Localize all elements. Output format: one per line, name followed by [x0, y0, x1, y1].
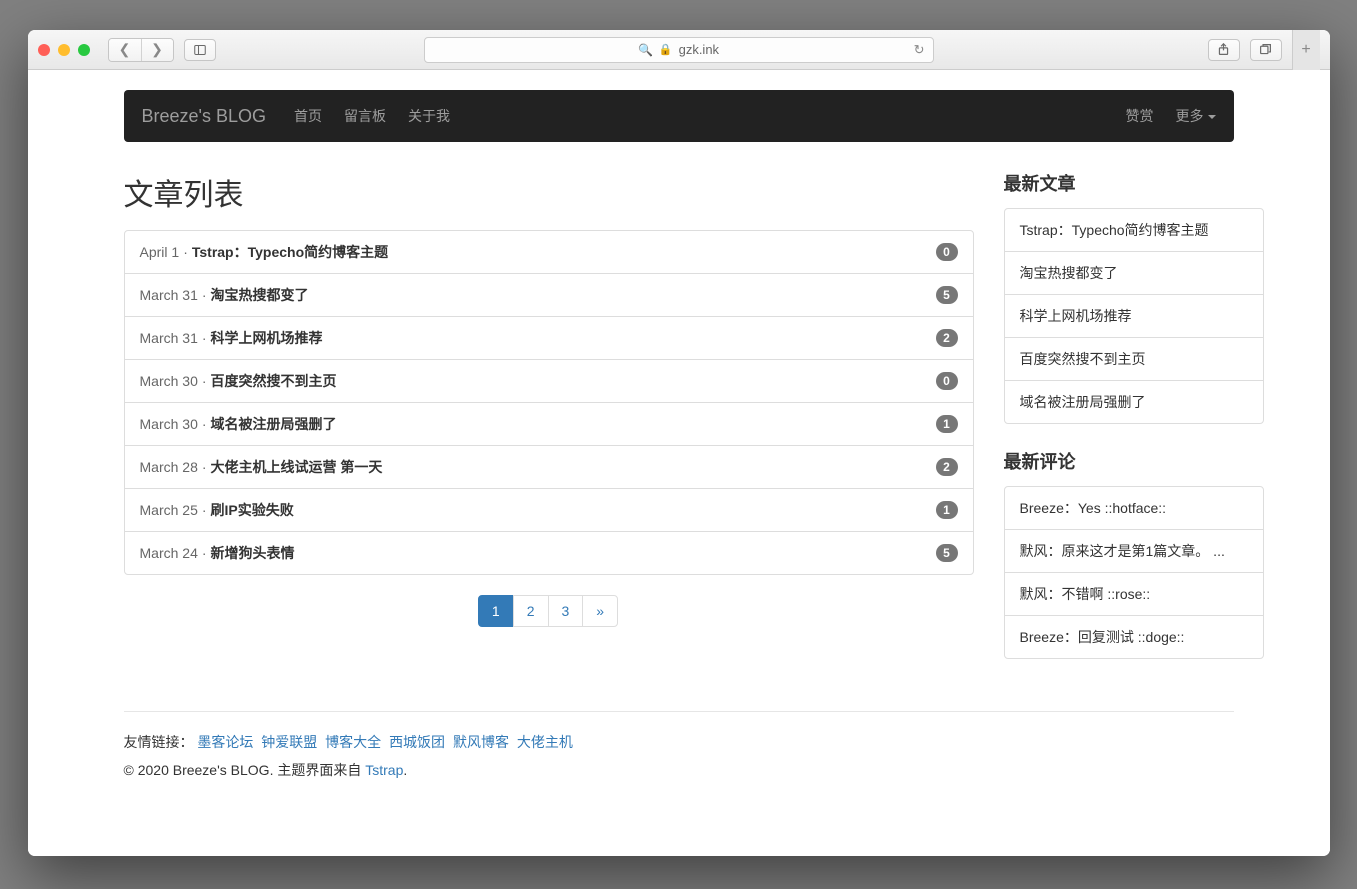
friend-link[interactable]: 西城饭团 [389, 734, 445, 750]
article-date: March 31 [140, 287, 198, 303]
article-row[interactable]: March 30 · 域名被注册局强删了1 [125, 402, 973, 445]
list-item[interactable]: Tstrap：Typecho简约博客主题 [1005, 209, 1263, 251]
latest-comments-heading: 最新评论 [1004, 448, 1264, 474]
maximize-icon[interactable] [78, 44, 90, 56]
nav-about[interactable]: 关于我 [408, 106, 450, 126]
article-row[interactable]: March 30 · 百度突然搜不到主页0 [125, 359, 973, 402]
article-date: March 24 [140, 545, 198, 561]
page-link[interactable]: 3 [548, 595, 584, 627]
page-title: 文章列表 [124, 170, 974, 214]
article-date: March 31 [140, 330, 198, 346]
page-link[interactable]: 2 [513, 595, 549, 627]
article-title: 淘宝热搜都变了 [211, 285, 309, 305]
search-icon: 🔍 [638, 43, 653, 57]
nav-more-dropdown[interactable]: 更多 [1176, 106, 1216, 126]
list-item[interactable]: 默风：不错啊 ::rose:: [1005, 572, 1263, 615]
site-navbar: Breeze's BLOG 首页 留言板 关于我 赞赏 更多 [124, 90, 1234, 142]
comment-count-badge: 0 [936, 372, 958, 390]
back-button[interactable]: ❮ [109, 39, 141, 61]
close-icon[interactable] [38, 44, 50, 56]
list-item[interactable]: Breeze：回复测试 ::doge:: [1005, 615, 1263, 658]
comment-count-badge: 2 [936, 458, 958, 476]
new-tab-button[interactable]: + [1292, 30, 1320, 70]
forward-button[interactable]: ❯ [141, 39, 173, 61]
url-text: gzk.ink [679, 42, 719, 57]
reload-icon[interactable]: ↻ [914, 42, 925, 58]
browser-window: ❮ ❯ 🔍 🔒 gzk.ink ↻ + Breeze's BLOG 首页 [28, 30, 1330, 856]
friend-link[interactable]: 墨客论坛 [197, 734, 253, 750]
page-content: Breeze's BLOG 首页 留言板 关于我 赞赏 更多 文章列表 Apri… [28, 70, 1330, 856]
main-column: 文章列表 April 1 · Tstrap：Typecho简约博客主题0Marc… [124, 162, 974, 683]
sidebar-toggle-button[interactable] [184, 39, 216, 61]
article-date: April 1 [140, 244, 180, 260]
list-item[interactable]: 淘宝热搜都变了 [1005, 251, 1263, 294]
comment-count-badge: 5 [936, 286, 958, 304]
copyright: © 2020 Breeze's BLOG. 主题界面来自 Tstrap. [124, 760, 1234, 780]
traffic-lights [38, 44, 90, 56]
article-row[interactable]: April 1 · Tstrap：Typecho简约博客主题0 [125, 231, 973, 273]
list-item[interactable]: Breeze：Yes ::hotface:: [1005, 487, 1263, 529]
tabs-button[interactable] [1250, 39, 1282, 61]
chevron-down-icon [1208, 115, 1216, 119]
page-link[interactable]: 1 [478, 595, 514, 627]
article-title: 大佬主机上线试运营 第一天 [211, 457, 383, 477]
share-button[interactable] [1208, 39, 1240, 61]
lock-icon: 🔒 [659, 43, 673, 56]
nav-more-label: 更多 [1176, 108, 1204, 124]
friend-link[interactable]: 钟爱联盟 [261, 734, 317, 750]
article-row[interactable]: March 24 · 新增狗头表情5 [125, 531, 973, 574]
brand-link[interactable]: Breeze's BLOG [142, 106, 267, 127]
article-title: 域名被注册局强删了 [211, 414, 337, 434]
minimize-icon[interactable] [58, 44, 70, 56]
article-title: Tstrap：Typecho简约博客主题 [192, 242, 388, 262]
article-row[interactable]: March 31 · 淘宝热搜都变了5 [125, 273, 973, 316]
article-title: 科学上网机场推荐 [211, 328, 323, 348]
page-next[interactable]: » [582, 595, 618, 627]
nav-buttons: ❮ ❯ [108, 38, 174, 62]
article-date: March 25 [140, 502, 198, 518]
article-title: 刷IP实验失败 [211, 500, 294, 520]
footer: 友情链接： 墨客论坛 钟爱联盟 博客大全 西城饭团 默风博客 大佬主机 © 20… [124, 711, 1234, 828]
article-date: March 28 [140, 459, 198, 475]
list-item[interactable]: 默风：原来这才是第1篇文章。 ... [1005, 529, 1263, 572]
article-date: March 30 [140, 373, 198, 389]
theme-link[interactable]: Tstrap [365, 762, 403, 778]
browser-titlebar: ❮ ❯ 🔍 🔒 gzk.ink ↻ + [28, 30, 1330, 70]
article-row[interactable]: March 25 · 刷IP实验失败1 [125, 488, 973, 531]
friend-link[interactable]: 博客大全 [325, 734, 381, 750]
latest-articles-heading: 最新文章 [1004, 170, 1264, 196]
article-title: 百度突然搜不到主页 [211, 371, 337, 391]
comment-count-badge: 1 [936, 415, 958, 433]
nav-sponsor[interactable]: 赞赏 [1126, 106, 1154, 126]
comment-count-badge: 5 [936, 544, 958, 562]
comment-count-badge: 0 [936, 243, 958, 261]
friend-link[interactable]: 默风博客 [453, 734, 509, 750]
address-bar[interactable]: 🔍 🔒 gzk.ink ↻ [424, 37, 934, 63]
pagination: 123» [124, 595, 974, 627]
list-item[interactable]: 域名被注册局强删了 [1005, 380, 1263, 423]
friend-links: 友情链接： 墨客论坛 钟爱联盟 博客大全 西城饭团 默风博客 大佬主机 [124, 732, 1234, 752]
friend-link[interactable]: 大佬主机 [517, 734, 573, 750]
nav-home[interactable]: 首页 [294, 106, 322, 126]
article-row[interactable]: March 28 · 大佬主机上线试运营 第一天2 [125, 445, 973, 488]
comment-count-badge: 1 [936, 501, 958, 519]
sidebar: 最新文章 Tstrap：Typecho简约博客主题淘宝热搜都变了科学上网机场推荐… [1004, 162, 1264, 683]
comment-count-badge: 2 [936, 329, 958, 347]
latest-articles-list: Tstrap：Typecho简约博客主题淘宝热搜都变了科学上网机场推荐百度突然搜… [1004, 208, 1264, 424]
nav-guestbook[interactable]: 留言板 [344, 106, 386, 126]
list-item[interactable]: 百度突然搜不到主页 [1005, 337, 1263, 380]
friend-links-label: 友情链接： [124, 734, 194, 750]
list-item[interactable]: 科学上网机场推荐 [1005, 294, 1263, 337]
article-title: 新增狗头表情 [211, 543, 295, 563]
article-list: April 1 · Tstrap：Typecho简约博客主题0March 31 … [124, 230, 974, 575]
article-row[interactable]: March 31 · 科学上网机场推荐2 [125, 316, 973, 359]
article-date: March 30 [140, 416, 198, 432]
latest-comments-list: Breeze：Yes ::hotface::默风：原来这才是第1篇文章。 ...… [1004, 486, 1264, 659]
